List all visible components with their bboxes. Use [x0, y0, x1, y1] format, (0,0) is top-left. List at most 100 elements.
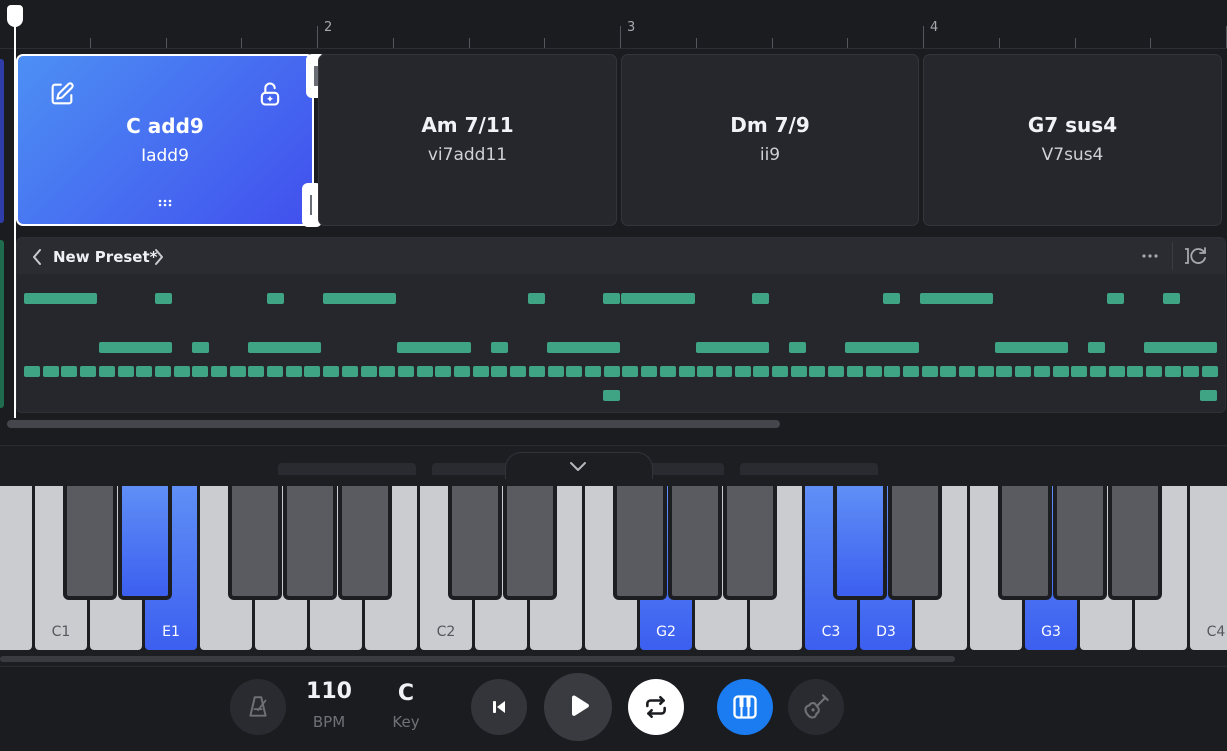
pattern-note[interactable]	[1165, 366, 1181, 377]
pattern-note[interactable]	[996, 366, 1012, 377]
pattern-note[interactable]	[940, 366, 956, 377]
pattern-note[interactable]	[753, 366, 769, 377]
metronome-button[interactable]	[230, 679, 286, 735]
pattern-note[interactable]	[585, 366, 601, 377]
pattern-note[interactable]	[883, 293, 900, 304]
pattern-note[interactable]	[845, 342, 919, 353]
reset-pattern-icon[interactable]	[1182, 246, 1208, 266]
pattern-note[interactable]	[696, 342, 769, 353]
pattern-note[interactable]	[342, 366, 358, 377]
pattern-note[interactable]	[99, 366, 115, 377]
chord-block-4[interactable]: G7 sus4 V7sus4	[923, 54, 1222, 226]
pattern-note[interactable]	[361, 366, 377, 377]
chevron-left-icon[interactable]	[31, 248, 43, 266]
pattern-note[interactable]	[1015, 366, 1031, 377]
preset-name[interactable]: New Preset*	[53, 248, 158, 266]
pattern-note[interactable]	[752, 293, 769, 304]
collapse-keyboard-button[interactable]	[505, 452, 653, 479]
pattern-note[interactable]	[866, 366, 882, 377]
pattern-note[interactable]	[1109, 366, 1125, 377]
piano-black-key[interactable]	[228, 486, 282, 600]
horizontal-scrollbar[interactable]	[7, 420, 780, 428]
piano-black-key[interactable]	[613, 486, 667, 600]
more-options-icon[interactable]	[1141, 250, 1159, 262]
piano-black-key[interactable]	[1108, 486, 1162, 600]
pattern-note[interactable]	[529, 366, 545, 377]
pattern-note[interactable]	[1090, 366, 1106, 377]
pattern-note[interactable]	[435, 366, 451, 377]
pattern-note[interactable]	[61, 366, 77, 377]
pattern-note[interactable]	[1107, 293, 1124, 304]
pattern-note[interactable]	[641, 366, 657, 377]
timeline-ruler[interactable]: 2 3 4	[0, 0, 1227, 49]
play-button[interactable]	[544, 673, 612, 741]
pattern-note[interactable]	[679, 366, 695, 377]
pattern-note[interactable]	[1034, 366, 1050, 377]
piano-white-key[interactable]	[0, 486, 32, 650]
pattern-note[interactable]	[847, 366, 863, 377]
chevron-right-icon[interactable]	[153, 248, 165, 266]
pattern-note[interactable]	[379, 366, 395, 377]
pattern-note[interactable]	[791, 366, 807, 377]
pattern-note[interactable]	[136, 366, 152, 377]
piano-black-key[interactable]	[668, 486, 722, 600]
pattern-note[interactable]	[903, 366, 919, 377]
loop-button[interactable]	[628, 679, 684, 735]
pattern-note[interactable]	[978, 366, 994, 377]
pattern-note[interactable]	[735, 366, 751, 377]
piano-black-key[interactable]	[283, 486, 337, 600]
pattern-note[interactable]	[473, 366, 489, 377]
pattern-note[interactable]	[454, 366, 470, 377]
pattern-note[interactable]	[417, 366, 433, 377]
pattern-note[interactable]	[920, 293, 993, 304]
pattern-note[interactable]	[1202, 366, 1218, 377]
pattern-note[interactable]	[828, 366, 844, 377]
piano-mode-button[interactable]	[717, 679, 773, 735]
unlock-icon[interactable]	[256, 80, 284, 108]
pattern-note[interactable]	[24, 366, 40, 377]
pattern-note[interactable]	[118, 366, 134, 377]
pattern-note[interactable]	[267, 293, 284, 304]
edit-icon[interactable]	[48, 80, 76, 108]
pattern-note[interactable]	[1146, 366, 1162, 377]
guitar-mode-button[interactable]	[788, 679, 844, 735]
pattern-note[interactable]	[267, 366, 283, 377]
chord-block-3[interactable]: Dm 7/9 ii9	[621, 54, 919, 226]
pattern-note[interactable]	[1071, 366, 1087, 377]
piano-black-key[interactable]	[338, 486, 392, 600]
pattern-note[interactable]	[995, 342, 1068, 353]
pattern-note[interactable]	[1088, 342, 1105, 353]
pattern-note[interactable]	[248, 342, 321, 353]
pattern-note[interactable]	[1144, 342, 1217, 353]
playhead-handle[interactable]	[7, 5, 23, 27]
piano-black-key[interactable]	[888, 486, 942, 600]
pattern-note[interactable]	[174, 366, 190, 377]
pattern-note[interactable]	[622, 366, 638, 377]
pattern-note[interactable]	[211, 366, 227, 377]
pattern-note[interactable]	[547, 342, 620, 353]
pattern-editor[interactable]: New Preset*	[16, 237, 1226, 413]
pattern-note[interactable]	[1183, 366, 1199, 377]
pattern-note[interactable]	[248, 366, 264, 377]
pattern-note[interactable]	[548, 366, 564, 377]
pattern-note[interactable]	[1127, 366, 1143, 377]
pattern-note[interactable]	[772, 366, 788, 377]
pattern-note[interactable]	[286, 366, 302, 377]
pattern-note[interactable]	[491, 366, 507, 377]
pattern-note[interactable]	[1200, 390, 1217, 401]
pattern-note[interactable]	[1053, 366, 1069, 377]
piano-black-key[interactable]	[998, 486, 1052, 600]
pattern-note[interactable]	[192, 342, 209, 353]
pattern-note[interactable]	[397, 342, 471, 353]
pattern-note[interactable]	[304, 366, 320, 377]
piano-black-key[interactable]	[448, 486, 502, 600]
pattern-note[interactable]	[603, 293, 620, 304]
pattern-note[interactable]	[398, 366, 414, 377]
pattern-note[interactable]	[604, 366, 620, 377]
piano-black-key[interactable]	[503, 486, 557, 600]
pattern-note[interactable]	[716, 366, 732, 377]
pattern-note[interactable]	[566, 366, 582, 377]
pattern-note[interactable]	[884, 366, 900, 377]
chord-block-2[interactable]: Am 7/11 vi7add11	[318, 54, 617, 226]
pattern-note[interactable]	[660, 366, 676, 377]
